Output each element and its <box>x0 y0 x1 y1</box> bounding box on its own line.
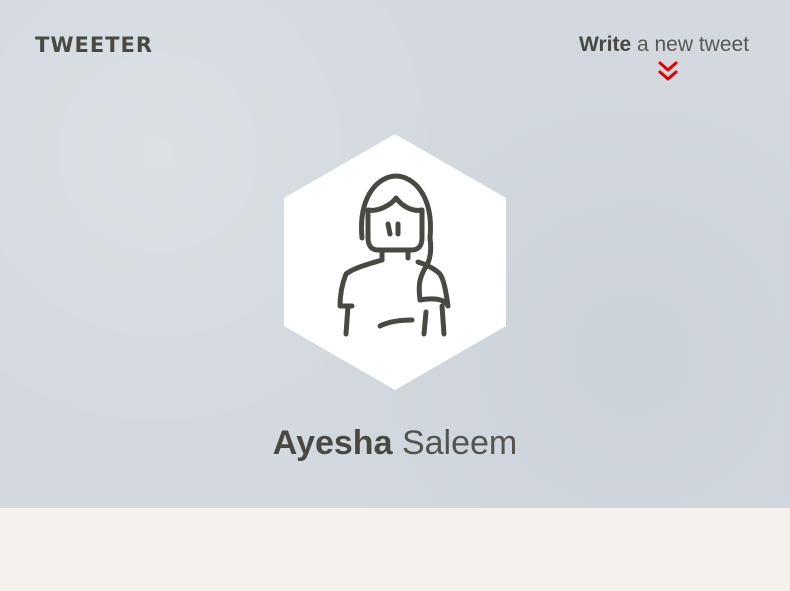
profile-name: Ayesha Saleem <box>0 424 790 463</box>
write-tweet-label: Write a new tweet <box>579 33 759 57</box>
logo[interactable]: TWEETER <box>35 33 153 57</box>
write-tweet-link[interactable]: Write a new tweet <box>579 33 759 81</box>
profile-last-name: Saleem <box>401 424 518 462</box>
double-chevron-down-icon[interactable] <box>657 60 679 84</box>
content-area <box>0 508 790 591</box>
write-tweet-strong: Write <box>579 33 632 56</box>
profile-header: TWEETER Write a new tweet Ayesha Saleem <box>0 0 790 508</box>
avatar-hexagon <box>284 134 506 390</box>
profile-first-name: Ayesha <box>272 424 393 462</box>
write-tweet-rest: a new tweet <box>631 33 750 56</box>
